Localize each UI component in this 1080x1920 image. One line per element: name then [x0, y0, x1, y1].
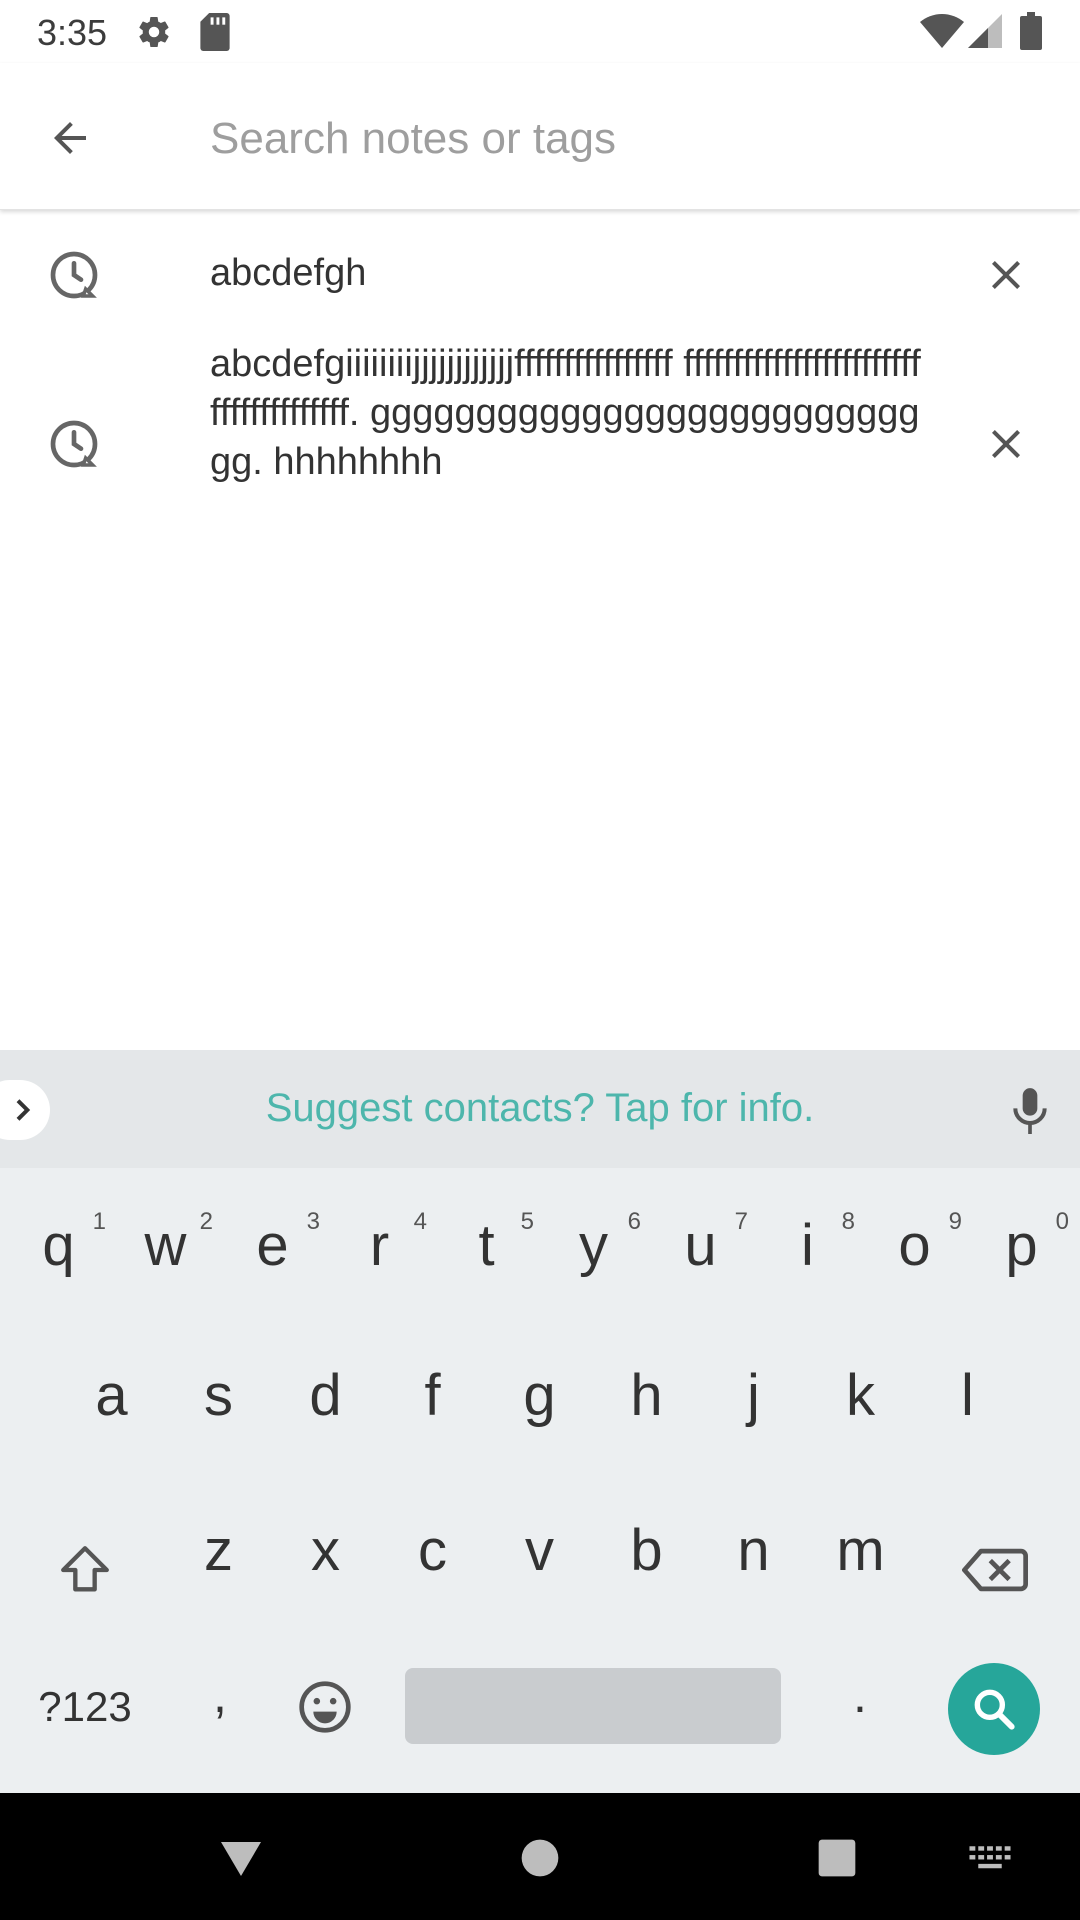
key-a[interactable]: a: [58, 1340, 165, 1450]
key-n[interactable]: n: [700, 1495, 807, 1605]
key-label: o: [898, 1212, 931, 1278]
key-label: q: [42, 1212, 75, 1278]
status-bar: 3:35: [0, 0, 1080, 63]
search-input[interactable]: [210, 99, 1030, 179]
key-hint: 4: [413, 1208, 427, 1235]
key-x[interactable]: x: [272, 1495, 379, 1605]
close-icon: [992, 261, 1020, 289]
backspace-key[interactable]: [955, 1530, 1035, 1610]
key-hint: 0: [1055, 1208, 1069, 1235]
remove-history-button[interactable]: [980, 249, 1032, 301]
emoji-key[interactable]: [285, 1662, 365, 1752]
history-item[interactable]: abcdefgiiiiiiiijjjjjjjjjjjjfffffffffffff…: [0, 340, 1080, 540]
comma-key[interactable]: ,: [180, 1650, 260, 1740]
key-h[interactable]: h: [593, 1340, 700, 1450]
key-r[interactable]: r4: [326, 1190, 433, 1300]
key-w[interactable]: w2: [112, 1190, 219, 1300]
history-text: abcdefgiiiiiiiijjjjjjjjjjjjfffffffffffff…: [210, 343, 921, 483]
settings-gear-icon: [139, 17, 169, 48]
key-label: u: [684, 1212, 717, 1278]
keyboard-icon: [969, 1846, 1011, 1869]
key-v[interactable]: v: [486, 1495, 593, 1605]
navigation-bar: [0, 1793, 1080, 1920]
search-icon: [974, 1689, 1015, 1730]
key-e[interactable]: e3: [219, 1190, 326, 1300]
key-m[interactable]: m: [807, 1495, 914, 1605]
symbols-key[interactable]: ?123: [20, 1662, 150, 1752]
suggestion-bar: Suggest contacts? Tap for info.: [0, 1050, 1080, 1168]
nav-recents-button[interactable]: [802, 1823, 872, 1893]
search-action-key[interactable]: [948, 1663, 1040, 1755]
emoji-icon: [299, 1681, 351, 1733]
key-b[interactable]: b: [593, 1495, 700, 1605]
key-label: t: [478, 1212, 495, 1278]
key-c[interactable]: c: [379, 1495, 486, 1605]
key-g[interactable]: g: [486, 1340, 593, 1450]
status-time: 3:35: [37, 12, 108, 53]
arrow-left-icon: [54, 122, 86, 154]
key-hint: 1: [92, 1208, 106, 1235]
key-hint: 3: [306, 1208, 320, 1235]
battery-icon: [1020, 12, 1042, 50]
key-z[interactable]: z: [165, 1495, 272, 1605]
nav-back-button[interactable]: [206, 1823, 276, 1893]
chevron-right-icon: [16, 1099, 31, 1121]
space-key[interactable]: [405, 1668, 781, 1744]
suggestion-text[interactable]: Suggest contacts? Tap for info.: [0, 1086, 1080, 1131]
key-label: i: [801, 1212, 814, 1278]
history-item[interactable]: abcdefgh: [0, 215, 1080, 335]
history-text: abcdefgh: [210, 252, 367, 294]
key-label: p: [1005, 1212, 1038, 1278]
close-icon: [992, 430, 1020, 458]
key-label: y: [579, 1212, 608, 1278]
remove-history-button[interactable]: [980, 418, 1032, 470]
keyboard-switch-button[interactable]: [955, 1823, 1025, 1893]
backspace-icon: [962, 1548, 1028, 1592]
key-hint: 7: [734, 1208, 748, 1235]
key-s[interactable]: s: [165, 1340, 272, 1450]
key-u[interactable]: u7: [647, 1190, 754, 1300]
history-icon: [50, 420, 98, 468]
history-icon: [50, 251, 98, 299]
signal-icon: [968, 14, 1002, 48]
screen: 3:35 Search notes or tags abcdefgh abcde…: [0, 0, 1080, 1920]
back-button[interactable]: [40, 108, 100, 168]
key-t[interactable]: t5: [433, 1190, 540, 1300]
key-d[interactable]: d: [272, 1340, 379, 1450]
key-q[interactable]: q1: [5, 1190, 112, 1300]
key-i[interactable]: i8: [754, 1190, 861, 1300]
nav-recents-icon: [818, 1839, 856, 1877]
key-hint: 5: [520, 1208, 534, 1235]
nav-home-button[interactable]: [505, 1823, 575, 1893]
key-label: w: [144, 1212, 187, 1278]
search-toolbar: [0, 63, 1080, 210]
key-hint: 6: [627, 1208, 641, 1235]
key-y[interactable]: y6: [540, 1190, 647, 1300]
shift-icon: [61, 1546, 109, 1592]
mic-button[interactable]: [1005, 1082, 1055, 1142]
keyboard: Suggest contacts? Tap for info. q1w2e3r4…: [0, 1050, 1080, 1793]
key-o[interactable]: o9: [861, 1190, 968, 1300]
key-hint: 9: [948, 1208, 962, 1235]
shift-key[interactable]: [45, 1530, 125, 1610]
period-key[interactable]: .: [820, 1650, 900, 1740]
sd-card-icon: [200, 13, 230, 51]
key-l[interactable]: l: [914, 1340, 1021, 1450]
wifi-icon: [920, 14, 964, 48]
key-hint: 2: [199, 1208, 213, 1235]
key-label: r: [369, 1212, 390, 1278]
nav-home-icon: [521, 1839, 559, 1877]
key-hint: 8: [841, 1208, 855, 1235]
key-k[interactable]: k: [807, 1340, 914, 1450]
key-f[interactable]: f: [379, 1340, 486, 1450]
key-j[interactable]: j: [700, 1340, 807, 1450]
key-label: e: [256, 1212, 289, 1278]
nav-back-icon: [221, 1842, 261, 1876]
key-p[interactable]: p0: [968, 1190, 1075, 1300]
mic-icon: [1013, 1088, 1047, 1134]
